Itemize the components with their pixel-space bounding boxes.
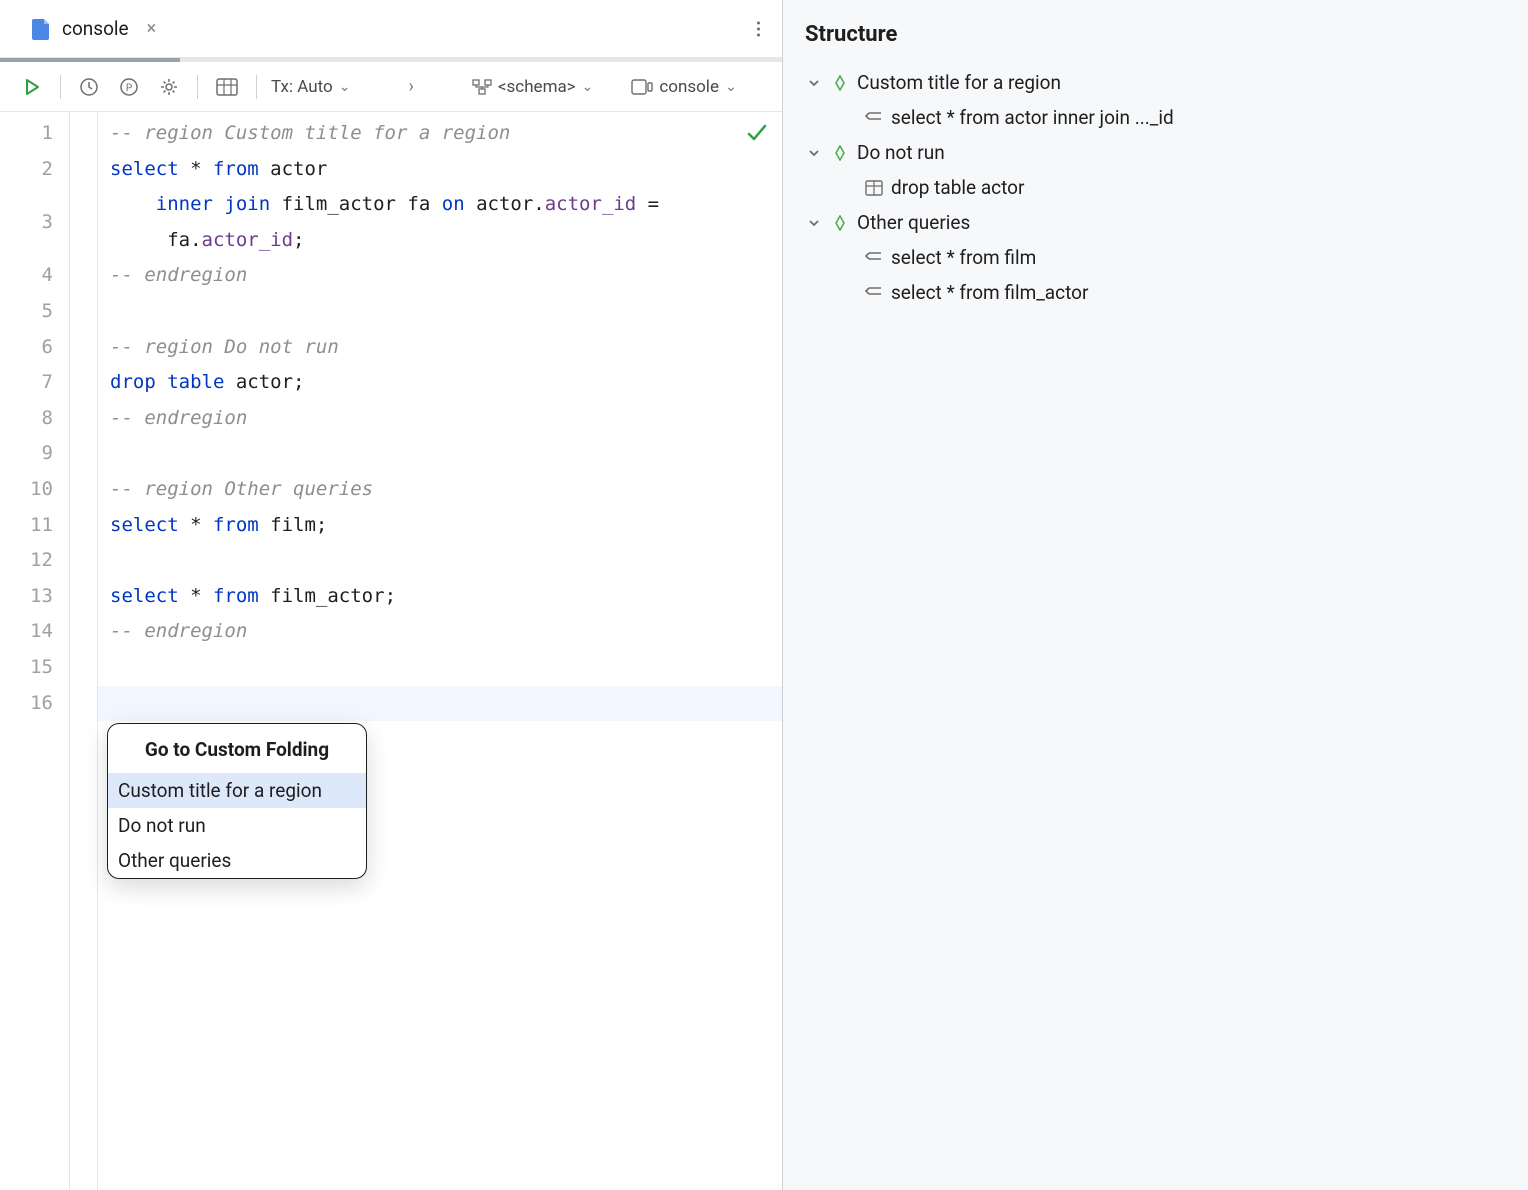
console-icon — [631, 79, 653, 95]
schema-dropdown[interactable]: <schema> ⌄ — [472, 77, 593, 97]
chevron-down-icon: ⌄ — [725, 79, 737, 95]
structure-title: Structure — [805, 22, 1506, 47]
code-content[interactable]: -- region Custom title for a region sele… — [98, 112, 782, 1190]
structure-panel: Structure Custom title for a region sele… — [783, 0, 1528, 1190]
region-icon — [831, 74, 849, 92]
breadcrumb-chevron[interactable]: › — [404, 72, 417, 101]
region-icon — [831, 144, 849, 162]
tree-label: Do not run — [857, 141, 945, 164]
fold-gutter — [70, 112, 98, 1190]
console-dropdown[interactable]: console ⌄ — [631, 77, 736, 97]
chevron-down-icon[interactable] — [805, 74, 823, 92]
tx-mode-dropdown[interactable]: Tx: Auto ⌄ — [271, 77, 350, 97]
schema-label: <schema> — [498, 77, 576, 97]
tree-region-3[interactable]: Other queries — [805, 205, 1506, 240]
tree-item-query[interactable]: select * from film — [805, 240, 1506, 275]
run-button[interactable] — [18, 73, 46, 101]
tree-item-query[interactable]: select * from film_actor — [805, 275, 1506, 310]
code-editor[interactable]: 1 2 3 4 5 6 7 8 9 10 11 12 13 14 15 16 -… — [0, 112, 782, 1190]
svg-text:P: P — [126, 83, 132, 94]
tx-mode-label: Tx: Auto — [271, 77, 333, 97]
tree-label: drop table actor — [891, 176, 1024, 199]
close-icon[interactable]: × — [147, 18, 157, 39]
query-icon — [865, 284, 883, 302]
structure-tree: Custom title for a region select * from … — [805, 65, 1506, 310]
console-label: console — [659, 77, 719, 97]
query-icon — [865, 249, 883, 267]
tree-label: Other queries — [857, 211, 970, 234]
schema-icon — [472, 79, 492, 95]
tree-item-query[interactable]: select * from actor inner join ..._id — [805, 100, 1506, 135]
tab-console[interactable]: console × — [20, 17, 166, 40]
tree-label: select * from actor inner join ..._id — [891, 106, 1174, 129]
inspection-ok-icon[interactable] — [746, 122, 768, 144]
chevron-down-icon: ⌄ — [582, 79, 594, 95]
table-icon — [865, 179, 883, 197]
tree-region-1[interactable]: Custom title for a region — [805, 65, 1506, 100]
go-to-folding-popup: Go to Custom Folding Custom title for a … — [107, 723, 367, 879]
editor-pane: console × P Tx: Auto ⌄ — [0, 0, 783, 1190]
table-view-icon[interactable] — [212, 74, 242, 100]
sql-file-icon — [30, 18, 52, 40]
popup-title: Go to Custom Folding — [108, 724, 366, 773]
tree-label: select * from film — [891, 246, 1036, 269]
tree-label: Custom title for a region — [857, 71, 1061, 94]
playground-icon[interactable]: P — [115, 73, 143, 101]
tree-item-table[interactable]: drop table actor — [805, 170, 1506, 205]
toolbar: P Tx: Auto ⌄ › <schema> ⌄ — [0, 62, 782, 112]
popup-item-region-1[interactable]: Custom title for a region — [108, 773, 366, 808]
tab-actions — [751, 15, 766, 42]
tree-label: select * from film_actor — [891, 281, 1088, 304]
chevron-down-icon[interactable] — [805, 214, 823, 232]
history-icon[interactable] — [75, 73, 103, 101]
popup-item-region-3[interactable]: Other queries — [108, 843, 366, 878]
query-icon — [865, 109, 883, 127]
tab-bar: console × — [0, 0, 782, 58]
kebab-menu-icon[interactable] — [751, 15, 766, 42]
region-icon — [831, 214, 849, 232]
popup-item-region-2[interactable]: Do not run — [108, 808, 366, 843]
tree-region-2[interactable]: Do not run — [805, 135, 1506, 170]
chevron-down-icon: ⌄ — [339, 79, 351, 95]
line-gutter: 1 2 3 4 5 6 7 8 9 10 11 12 13 14 15 16 — [0, 112, 70, 1190]
settings-icon[interactable] — [155, 73, 183, 101]
chevron-down-icon[interactable] — [805, 144, 823, 162]
tab-title: console — [62, 17, 129, 40]
